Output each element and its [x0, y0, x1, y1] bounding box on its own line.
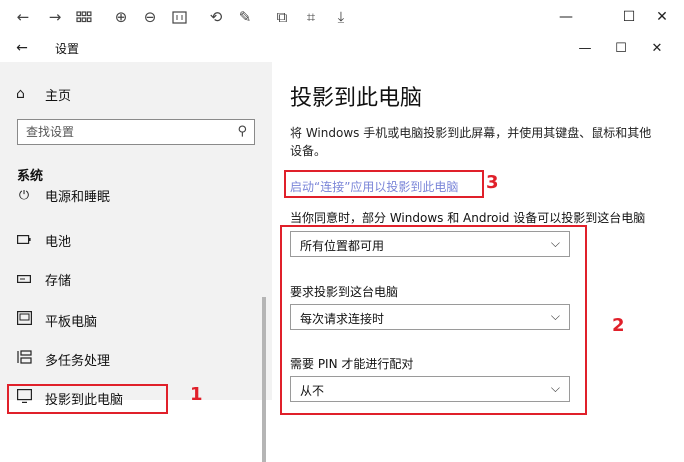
storage-icon — [16, 272, 32, 287]
zoom-in-icon[interactable]: ⊕ — [110, 6, 132, 28]
power-icon: ⏻ — [18, 190, 30, 203]
sidebar-item-label: 存储 — [45, 273, 72, 289]
sidebar-item-label: 平板电脑 — [45, 314, 98, 330]
annotation-number-2: 2 — [612, 315, 625, 336]
home-icon: ⌂ — [16, 86, 25, 102]
section-heading: 系统 — [17, 169, 44, 184]
copy-icon[interactable]: ⧉ — [271, 6, 293, 28]
arrow-right-icon[interactable]: → — [44, 6, 66, 28]
search-icon[interactable]: ⚲ — [237, 124, 247, 139]
viewer-toolbar: ← → ⊕ ⊖ ⟲ ✎ ⧉ ⌗ ⤓ — ☐ ✕ — [0, 0, 684, 34]
rotate-icon[interactable]: ⟲ — [205, 6, 227, 28]
sidebar-item-multitask[interactable]: 多任务处理 — [16, 349, 110, 369]
maximize-icon[interactable]: ☐ — [618, 6, 640, 28]
arrow-left-icon[interactable]: ← — [10, 37, 34, 59]
edit-icon[interactable]: ✎ — [234, 6, 256, 28]
close-button[interactable]: ✕ — [644, 37, 670, 59]
minimize-icon[interactable]: — — [555, 6, 577, 28]
search-box[interactable]: ⚲ — [17, 119, 255, 145]
annotation-number-3: 3 — [486, 172, 499, 193]
arrow-left-icon[interactable]: ← — [12, 6, 34, 28]
availability-label: 当你同意时，部分 Windows 和 Android 设备可以投影到这台电脑 — [290, 211, 646, 225]
crop-icon[interactable]: ⌗ — [300, 6, 322, 28]
sidebar-item-power[interactable]: ⏻ 电源和睡眠 — [16, 190, 110, 205]
annotation-box-2 — [280, 225, 587, 415]
fit-icon[interactable] — [168, 6, 190, 28]
nav-home-label: 主页 — [45, 88, 72, 104]
sidebar-item-battery[interactable]: 电池 — [16, 230, 71, 250]
sidebar-scrollbar[interactable] — [262, 297, 266, 462]
search-input[interactable] — [18, 120, 236, 144]
close-icon[interactable]: ✕ — [651, 6, 673, 28]
window-title: 设置 — [55, 42, 80, 56]
sidebar-item-label: 多任务处理 — [45, 353, 111, 369]
maximize-button[interactable]: ☐ — [608, 37, 634, 59]
sidebar-item-storage[interactable]: 存储 — [16, 269, 71, 289]
grid-icon[interactable] — [73, 6, 95, 28]
annotation-number-1: 1 — [190, 384, 203, 405]
download-icon[interactable]: ⤓ — [330, 6, 352, 28]
battery-icon — [16, 233, 32, 248]
zoom-out-icon[interactable]: ⊖ — [139, 6, 161, 28]
sidebar: ⌂ 主页 ⚲ 系统 ⏻ 电源和睡眠 电池 存储 平板电脑 多任务处理 — [0, 62, 272, 462]
sidebar-item-label: 电源和睡眠 — [45, 190, 111, 205]
multitask-icon — [16, 350, 32, 368]
page-title: 投影到此电脑 — [290, 86, 423, 111]
minimize-button[interactable]: — — [572, 37, 598, 59]
nav-clip: ⏻ 电源和睡眠 — [0, 190, 272, 206]
sidebar-item-label: 电池 — [45, 234, 72, 250]
annotation-box-3 — [284, 170, 484, 198]
sidebar-item-tablet[interactable]: 平板电脑 — [16, 310, 97, 330]
annotation-box-1 — [7, 384, 168, 414]
page-description: 将 Windows 手机或电脑投影到此屏幕，并使用其键盘、鼠标和其他设备。 — [290, 126, 652, 158]
tablet-icon — [16, 311, 32, 329]
nav-home[interactable]: ⌂ 主页 — [16, 84, 71, 104]
settings-title-bar: ← 设置 — ☐ ✕ — [0, 34, 684, 62]
main-content: 投影到此电脑 将 Windows 手机或电脑投影到此屏幕，并使用其键盘、鼠标和其… — [272, 62, 684, 415]
